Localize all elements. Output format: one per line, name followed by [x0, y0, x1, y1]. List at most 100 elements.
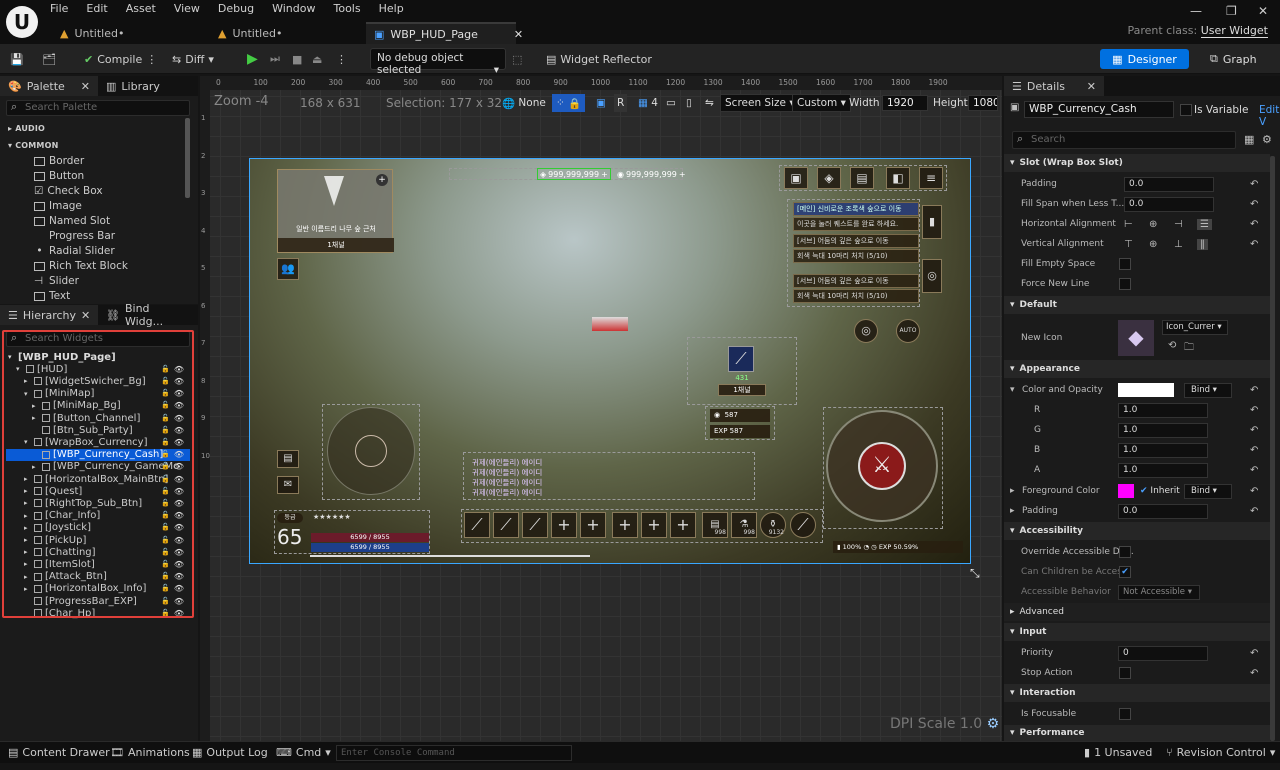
color-opacity-swatch[interactable] [1118, 383, 1174, 397]
document-tab-wbp-hud-page[interactable]: ▣ WBP_HUD_Page ✕ [366, 22, 523, 44]
reset-arrow-icon[interactable]: ↶ [1250, 648, 1258, 659]
content-drawer-button[interactable]: ▤ Content Drawer [8, 746, 110, 759]
widget-reflector-button[interactable]: ▤ Widget Reflector [546, 49, 652, 69]
skill-slot-3[interactable]: ⟋ [522, 512, 548, 538]
quest-sub-desc[interactable]: 회색 늑대 10마리 처치 (5/10) [793, 249, 919, 263]
screen-size-dropdown[interactable]: Screen Size ▾ [720, 94, 800, 112]
b-field[interactable]: 1.0 [1118, 442, 1208, 458]
menu-asset[interactable]: Asset [126, 2, 156, 15]
fill-span-field[interactable]: 0.0 [1124, 196, 1214, 212]
reset-arrow-icon[interactable]: ↶ [1250, 179, 1258, 190]
skill-cycle-icon[interactable]: ◎ [854, 319, 878, 343]
padding-field[interactable]: 0.0 [1124, 176, 1214, 192]
align-left-icon[interactable]: ⊢ [1124, 219, 1133, 230]
expand-arrow-icon[interactable]: ▾ [1010, 385, 1015, 395]
quest-sub2-title[interactable]: [서브] 어둠의 깊은 숲으로 이동 [793, 274, 919, 288]
tab-details[interactable]: ☰ Details ✕ [1004, 76, 1104, 96]
quest-main-title[interactable]: [메인] 신비로운 조록색 숲으로 이동 [793, 202, 919, 216]
unsaved-button[interactable]: ▮ 1 Unsaved [1084, 746, 1152, 759]
skill-slot-4[interactable]: ⟋ [790, 512, 816, 538]
layout-mode-toggle[interactable]: ▣ [596, 94, 606, 112]
potion-slot-3[interactable]: ⚱ 9132 [760, 512, 786, 538]
menu-icon[interactable]: ≡ [919, 167, 943, 189]
quest-scroll-icon[interactable]: ▮ [922, 205, 942, 239]
override-accessible-checkbox[interactable] [1119, 546, 1131, 558]
gem-icon[interactable]: ◆ [1118, 320, 1154, 356]
minimize-icon[interactable]: — [1190, 4, 1202, 18]
document-tab-untitled-1[interactable]: ▲ Untitled• [52, 22, 172, 44]
step-icon[interactable]: ⏭ [270, 49, 280, 69]
section-appearance[interactable]: ▾ Appearance [1004, 360, 1270, 378]
palette-item-slider[interactable]: ⊣ Slider [34, 275, 79, 287]
device-icon[interactable]: ▭ [666, 94, 676, 112]
expand-arrow-icon[interactable]: ▸ [1010, 506, 1015, 516]
palette-search-input[interactable]: Search Palette [6, 100, 190, 116]
align-fill-icon[interactable]: ☰ [1197, 218, 1212, 230]
skill-slot-1[interactable]: ⟋ [464, 512, 490, 538]
pickup-item-icon[interactable]: ⟋ [728, 346, 754, 372]
chat-toggle-icon[interactable]: ▤ [277, 450, 299, 468]
palette-scrollbar[interactable] [185, 118, 190, 198]
cmd-dropdown[interactable]: ⌨ Cmd ▾ [276, 746, 331, 759]
currency-cash[interactable]: ◈ 999,999,999 + [537, 168, 611, 180]
diff-button[interactable]: ⇆ Diff ▾ [172, 49, 214, 69]
book-icon[interactable]: ▤ [850, 167, 874, 189]
menu-edit[interactable]: Edit [86, 2, 107, 15]
designer-canvas[interactable]: 0 100 200 300 400 500 600 700 800 900 1000 1100 1200… [200, 76, 1002, 741]
joystick-knob[interactable] [355, 435, 387, 467]
fill-mode-dropdown[interactable]: Custom ▾ [792, 94, 851, 112]
reset-arrow-icon[interactable]: ↶ [1250, 385, 1258, 396]
reset-arrow-icon[interactable]: ↶ [1250, 239, 1258, 250]
section-interaction[interactable]: ▾ Interaction [1004, 684, 1270, 702]
palette-item-text[interactable]: Text [34, 290, 70, 302]
align-right-icon[interactable]: ⊣ [1174, 219, 1183, 230]
currency-gold[interactable]: ◉ 999,999,999 + [617, 168, 686, 180]
menu-window[interactable]: Window [272, 2, 315, 15]
foreground-color-swatch[interactable] [1118, 484, 1134, 498]
hud-preview[interactable]: + 일반 이름드리 나무 숲 근처 1채널 👥 ◈ 999,999,999 + ◉ 9… [249, 158, 971, 564]
category-audio[interactable]: ▸ AUDIO [8, 124, 45, 133]
respect-locks-toggle[interactable]: R [614, 94, 628, 112]
box-icon[interactable]: ◈ [817, 167, 841, 189]
tab-hierarchy[interactable]: ☰ Hierarchy ✕ [0, 305, 98, 325]
force-new-line-checkbox[interactable] [1119, 278, 1131, 290]
close-icon[interactable]: ✕ [514, 28, 523, 41]
palette-item-border[interactable]: Border [34, 155, 84, 167]
empty-slot[interactable]: + [670, 512, 696, 538]
details-scrollbar[interactable] [1270, 156, 1275, 741]
quest-sub2-desc[interactable]: 회색 늑대 10마리 처치 (5/10) [793, 289, 919, 303]
minimap[interactable]: + 일반 이름드리 나무 숲 근처 1채널 [277, 169, 394, 253]
debug-camera-icon[interactable]: ⬚ [512, 49, 522, 69]
output-log-button[interactable]: ▦ Output Log [192, 746, 268, 759]
revision-control-button[interactable]: ⑂ Revision Control ▾ [1166, 746, 1275, 759]
use-selected-icon[interactable]: ⟲ [1168, 340, 1176, 351]
attack-button[interactable]: ⚔ [858, 442, 906, 490]
joystick[interactable] [322, 404, 420, 500]
graph-button[interactable]: ⧉ Graph [1210, 49, 1257, 69]
empty-slot[interactable]: + [580, 512, 606, 538]
palette-item-radial-slider[interactable]: • Radial Slider [34, 245, 114, 257]
compile-options-icon[interactable]: ⋮ [146, 53, 157, 66]
tab-library[interactable]: ▥ Library [98, 76, 168, 96]
stop-icon[interactable]: ■ [292, 49, 302, 69]
tab-bind-widgets[interactable]: ⛓ Bind Widg... [98, 302, 198, 328]
align-center-icon[interactable]: ⊕ [1149, 219, 1157, 230]
palette-item-image[interactable]: Image [34, 200, 82, 212]
play-icon[interactable]: ▶ [247, 49, 258, 69]
bind-dropdown[interactable]: Bind ▾ [1184, 483, 1232, 499]
close-icon[interactable]: ✕ [81, 309, 90, 322]
party-icon[interactable]: 👥 [277, 258, 299, 280]
details-search-input[interactable]: Search [1012, 131, 1236, 149]
browse-asset-icon[interactable]: 🗀 [1184, 340, 1194, 357]
bind-dropdown[interactable]: Bind ▾ [1184, 382, 1232, 398]
auto-button[interactable]: AUTO [896, 319, 920, 343]
close-icon[interactable]: ✕ [1087, 80, 1096, 93]
channel-button[interactable]: 1채널 [278, 238, 394, 252]
gear-icon[interactable]: ⚙ [987, 716, 1000, 732]
menu-file[interactable]: File [50, 2, 68, 15]
edit-link[interactable]: Edit V [1259, 104, 1280, 128]
category-common[interactable]: ▾ COMMON [8, 141, 59, 150]
height-value[interactable]: 1080 [968, 95, 998, 111]
compile-button[interactable]: ✔ Compile ⋮ [84, 49, 157, 69]
palette-item-progress-bar[interactable]: Progress Bar [34, 230, 115, 242]
